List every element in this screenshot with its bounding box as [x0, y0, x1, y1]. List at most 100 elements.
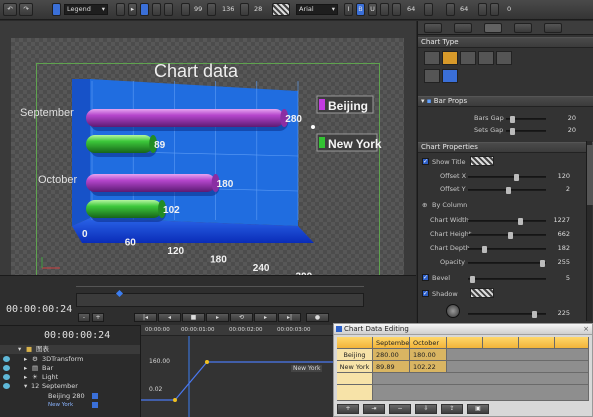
bar-new-york-october[interactable]	[86, 200, 163, 218]
italic-icon[interactable]: I	[344, 3, 353, 16]
slider-knob[interactable]	[518, 218, 523, 225]
legend-dropdown[interactable]: Legend ▾	[64, 4, 108, 15]
bar-new-york-september[interactable]	[86, 135, 154, 153]
undo-button[interactable]: ↶	[3, 3, 17, 16]
value-end[interactable]: 0	[507, 5, 511, 13]
play-icon[interactable]: ▸	[128, 3, 137, 16]
bold-icon[interactable]: B	[356, 3, 365, 16]
export-button[interactable]: ⇪	[441, 404, 463, 414]
shadow-texture-swatch[interactable]	[470, 288, 494, 298]
graph-keyframe[interactable]	[173, 398, 177, 402]
stop-button[interactable]: ■	[182, 313, 205, 322]
slider-knob[interactable]	[540, 260, 545, 267]
align-left-icon[interactable]	[140, 3, 149, 16]
import-button[interactable]: ⇩	[415, 404, 437, 414]
chart-width-value[interactable]: 1227	[548, 216, 570, 224]
redo-button[interactable]: ↷	[19, 3, 33, 16]
column-header[interactable]: October	[410, 337, 447, 349]
list-icon[interactable]	[52, 3, 61, 16]
slider-knob[interactable]	[514, 174, 519, 181]
offset-y-slider[interactable]	[468, 187, 546, 194]
slider-knob[interactable]	[508, 232, 513, 239]
slider-knob[interactable]	[482, 246, 487, 253]
loop-button[interactable]: ⟲	[230, 313, 253, 322]
chart-width-slider[interactable]	[468, 218, 546, 225]
prev-frame-button[interactable]: ◂	[158, 313, 181, 322]
layer-row[interactable]: New York	[0, 401, 140, 410]
data-cell[interactable]: 280.00	[373, 349, 410, 361]
data-cell[interactable]: 89.89	[373, 361, 410, 373]
empty-cells[interactable]	[373, 373, 589, 385]
slider-knob[interactable]	[510, 116, 515, 123]
font-dropdown[interactable]: Arial ▾	[296, 4, 338, 15]
opacity-value[interactable]: 255	[548, 258, 570, 266]
graph-keyframe[interactable]	[205, 360, 209, 364]
bar-chart-type-icon[interactable]	[424, 51, 440, 65]
close-icon[interactable]: ×	[583, 324, 589, 335]
unlink-icon[interactable]	[490, 3, 499, 16]
shadow-value[interactable]: 225	[548, 309, 570, 317]
sets-gap-value[interactable]: 20	[554, 126, 576, 134]
mountain-chart-type-icon[interactable]	[478, 51, 494, 65]
tab-chart-type[interactable]	[424, 23, 442, 33]
empty-cells[interactable]	[447, 349, 589, 361]
layer-group-row[interactable]: ▾ ■ 图表	[0, 345, 140, 354]
underline-icon[interactable]: U	[368, 3, 377, 16]
resize-icon[interactable]	[207, 3, 216, 16]
texture-swatch-icon[interactable]	[272, 3, 290, 16]
selection-handle-icon[interactable]	[311, 125, 315, 129]
layer-row[interactable]: ▸ ▤ Bar	[0, 364, 140, 373]
bevel-value[interactable]: 5	[548, 274, 570, 282]
panel-scrollbar-thumb[interactable]	[587, 145, 593, 205]
line-height-icon[interactable]	[446, 3, 455, 16]
text-align-icon[interactable]	[380, 3, 389, 16]
offset-y-value[interactable]: 2	[548, 185, 570, 193]
keyframe-icon[interactable]	[92, 393, 98, 399]
zoom-out-button[interactable]: -	[78, 313, 90, 322]
playhead-icon[interactable]	[115, 289, 124, 298]
empty-cells[interactable]	[447, 361, 589, 373]
shadow-angle-dial-icon[interactable]	[446, 304, 460, 318]
row-header[interactable]: New York	[337, 361, 373, 373]
layer-row[interactable]: ▾ 12 September	[0, 382, 140, 391]
next-frame-button[interactable]: ▸	[254, 313, 277, 322]
keyframe-icon[interactable]	[92, 402, 98, 408]
align-right-icon[interactable]	[164, 3, 173, 16]
column-header[interactable]: September	[373, 337, 410, 349]
link-icon[interactable]	[478, 3, 487, 16]
bar-beijing-october[interactable]	[86, 174, 216, 192]
data-cell[interactable]: 102.22	[410, 361, 447, 373]
row-header[interactable]	[337, 385, 373, 401]
offset-x-value[interactable]: 120	[548, 172, 570, 180]
insert-column-button[interactable]: ⇥	[363, 404, 385, 414]
pie-chart-type-icon[interactable]	[496, 51, 512, 65]
area-chart-type-icon[interactable]	[460, 51, 476, 65]
chart-depth-slider[interactable]	[468, 246, 546, 253]
grid-icon[interactable]	[181, 3, 190, 16]
layer-row[interactable]: ▸ ☀ Light	[0, 373, 140, 382]
panel-scrollbar[interactable]	[586, 141, 593, 321]
frame-icon[interactable]	[116, 3, 125, 16]
empty-cells[interactable]	[373, 385, 589, 401]
offset-x-slider[interactable]	[468, 174, 546, 181]
shadow-slider[interactable]	[468, 311, 546, 318]
sets-gap-slider[interactable]	[506, 128, 546, 135]
subtype-b-icon[interactable]	[442, 69, 458, 83]
rotate-icon[interactable]	[240, 3, 249, 16]
slider-knob[interactable]	[532, 311, 537, 318]
tab-material[interactable]	[514, 23, 532, 33]
bar-props-header[interactable]: ▾ ▪ Bar Props	[418, 96, 593, 107]
chart-type-header[interactable]: Chart Type	[418, 37, 593, 48]
column-header[interactable]	[555, 337, 589, 349]
record-button[interactable]: ●	[306, 313, 329, 322]
data-cell[interactable]: 180.00	[410, 349, 447, 361]
eye-icon[interactable]	[3, 365, 10, 371]
delete-row-button[interactable]: −	[389, 404, 411, 414]
slider-knob[interactable]	[510, 128, 515, 135]
opacity-slider[interactable]	[468, 260, 546, 267]
bevel-slider[interactable]	[468, 276, 546, 283]
bevel-checkbox[interactable]: ✓	[422, 274, 429, 281]
column-header[interactable]	[519, 337, 555, 349]
eye-icon[interactable]	[3, 356, 10, 362]
slider-knob[interactable]	[470, 276, 475, 283]
